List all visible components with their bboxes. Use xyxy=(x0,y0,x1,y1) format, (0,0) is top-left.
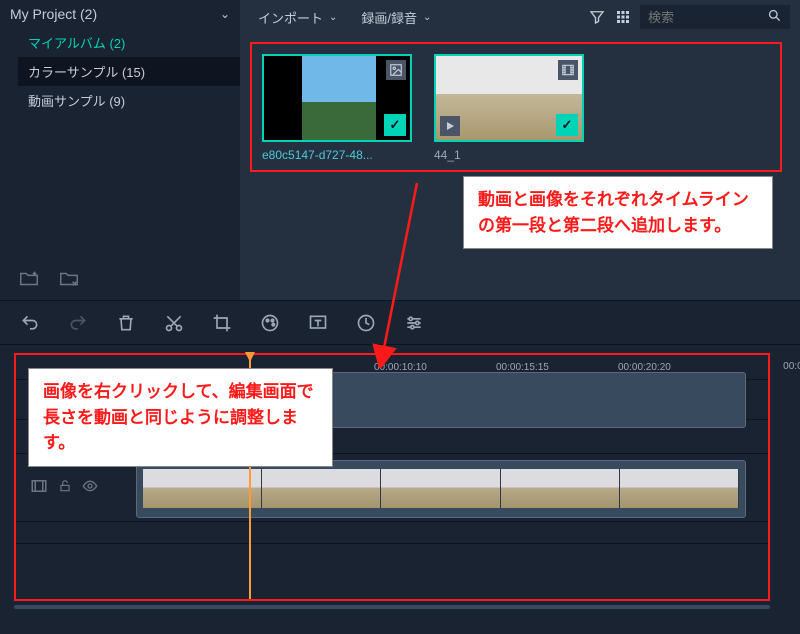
sidebar-item-album[interactable]: マイアルバム (2) xyxy=(18,28,240,57)
visibility-icon[interactable] xyxy=(82,478,98,497)
video-track-icon xyxy=(30,477,48,498)
record-button[interactable]: 録画/録音⌄ xyxy=(353,4,439,31)
check-icon: ✓ xyxy=(384,114,406,136)
lock-icon[interactable] xyxy=(58,479,72,496)
timeline-clip-video[interactable] xyxy=(136,460,746,518)
annotation-callout: 動画と画像をそれぞれタイムラインの第一段と第二段へ追加します。 xyxy=(463,176,773,249)
media-toolbar: インポート⌄ 録画/録音⌄ xyxy=(240,0,800,34)
thumb-label: e80c5147-d727-48... xyxy=(262,142,412,162)
search-input[interactable] xyxy=(648,10,761,25)
delete-icon[interactable] xyxy=(116,313,136,333)
check-icon: ✓ xyxy=(556,114,578,136)
search-box[interactable] xyxy=(640,5,790,29)
crop-icon[interactable] xyxy=(212,313,232,333)
color-icon[interactable] xyxy=(260,313,280,333)
search-icon[interactable] xyxy=(767,8,782,26)
undo-icon[interactable] xyxy=(20,313,40,333)
chevron-down-icon: ⌄ xyxy=(329,12,337,23)
import-button[interactable]: インポート⌄ xyxy=(250,4,345,31)
ruler-tick: 00:00:26:01 xyxy=(783,361,800,372)
project-sidebar: My Project (2) ⌄ マイアルバム (2) カラーサンプル (15)… xyxy=(0,0,240,300)
grid-view-icon[interactable] xyxy=(614,8,632,26)
media-thumb[interactable]: ✓ 44_1 xyxy=(434,54,584,160)
media-thumb[interactable]: ✓ e80c5147-d727-48... xyxy=(262,54,412,160)
filter-icon[interactable] xyxy=(588,8,606,26)
timeline-track-empty[interactable] xyxy=(16,543,768,591)
play-icon xyxy=(440,116,460,136)
chevron-down-icon: ⌄ xyxy=(423,12,431,23)
chevron-down-icon: ⌄ xyxy=(220,7,230,21)
project-title: My Project (2) xyxy=(10,6,97,22)
media-gallery: ✓ e80c5147-d727-48... ✓ 44_1 xyxy=(250,42,782,172)
image-type-icon xyxy=(386,60,406,80)
timeline-scrollbar[interactable] xyxy=(14,605,770,609)
thumb-label: 44_1 xyxy=(434,142,584,162)
add-folder-icon[interactable] xyxy=(18,268,40,290)
cut-icon[interactable] xyxy=(164,313,184,333)
video-type-icon xyxy=(558,60,578,80)
remove-folder-icon[interactable] xyxy=(58,268,80,290)
sidebar-item-color[interactable]: カラーサンプル (15) xyxy=(18,57,240,86)
media-panel: インポート⌄ 録画/録音⌄ xyxy=(240,0,800,300)
text-icon[interactable] xyxy=(308,313,328,333)
sidebar-item-video[interactable]: 動画サンプル (9) xyxy=(18,86,240,115)
annotation-callout: 画像を右クリックして、編集画面で長さを動画と同じように調整します。 xyxy=(28,368,333,467)
project-header[interactable]: My Project (2) ⌄ xyxy=(0,0,240,28)
redo-icon xyxy=(68,313,88,333)
arrow-annotation-icon xyxy=(372,178,472,368)
